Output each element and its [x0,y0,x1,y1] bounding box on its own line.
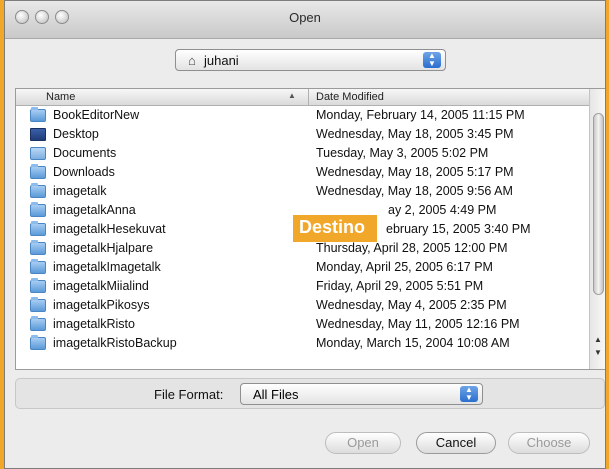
scroll-thumb[interactable] [593,113,604,295]
destino-callout: Destino [293,215,377,242]
file-format-label: File Format: [154,387,224,402]
list-item[interactable]: Downloads Wednesday, May 18, 2005 5:17 PM [16,163,590,182]
file-date: Monday, March 15, 2004 10:08 AM [316,336,510,350]
file-date: Wednesday, May 18, 2005 5:17 PM [316,165,514,179]
column-date-header[interactable]: Date Modified [316,91,384,103]
list-item[interactable]: imagetalkRistoBackup Monday, March 15, 20… [16,334,590,353]
file-name: Desktop [53,127,99,141]
folder-icon [30,259,46,274]
folder-icon [30,107,46,122]
scroll-down-icon[interactable]: ▼ [590,348,605,361]
scroll-up-icon[interactable]: ▲ [590,335,605,348]
file-date: Wednesday, May 11, 2005 12:16 PM [316,317,520,331]
open-button[interactable]: Open [325,432,401,454]
folder-icon [30,335,46,350]
file-name: Documents [53,146,117,160]
home-icon: ⌂ [188,53,196,68]
folder-icon [30,183,46,198]
location-label: juhani [204,53,239,68]
sort-ascending-icon: ▲ [288,91,296,100]
popup-arrows-icon: ▲ ▼ [460,386,478,402]
column-divider [308,89,309,106]
file-date: Wednesday, May 18, 2005 9:56 AM [316,184,513,198]
folder-icon [30,202,46,217]
file-name: imagetalkRisto [53,317,135,331]
file-date: Wednesday, May 18, 2005 3:45 PM [316,127,514,141]
file-date: Tuesday, May 3, 2005 5:02 PM [316,146,489,160]
folder-icon [30,278,46,293]
title-bar: Open [5,1,605,39]
file-date: ebruary 15, 2005 3:40 PM [386,222,531,236]
location-popup[interactable]: ⌂ juhani ▲ ▼ [175,49,446,71]
list-item[interactable]: imagetalk Wednesday, May 18, 2005 9:56 AM [16,182,590,201]
folder-icon [30,316,46,331]
file-name: imagetalkMiialind [53,279,149,293]
list-item[interactable]: BookEditorNew Monday, February 14, 2005 1… [16,106,590,125]
list-item[interactable]: imagetalkRisto Wednesday, May 11, 2005 12… [16,315,590,334]
file-name: imagetalkHesekuvat [53,222,166,236]
desktop-folder-icon [30,128,46,141]
folder-icon [30,221,46,236]
file-date: Friday, April 29, 2005 5:51 PM [316,279,484,293]
list-item[interactable]: imagetalkMiialind Friday, April 29, 2005 … [16,277,590,296]
file-name: Downloads [53,165,115,179]
file-date: Monday, February 14, 2005 11:15 PM [316,108,525,122]
file-date: Thursday, April 28, 2005 12:00 PM [316,241,508,255]
documents-folder-icon [30,147,46,160]
column-header: Name ▲ Date Modified [16,89,605,106]
file-name: imagetalkAnna [53,203,136,217]
file-date: Monday, April 25, 2005 6:17 PM [316,260,493,274]
list-item[interactable]: Desktop Wednesday, May 18, 2005 3:45 PM [16,125,590,144]
column-name-header[interactable]: Name [46,91,75,103]
path-bar: ⌂ juhani ▲ ▼ [5,39,605,89]
folder-icon [30,240,46,255]
file-format-value: All Files [253,387,299,402]
file-name: imagetalkImagetalk [53,260,161,274]
folder-icon [30,297,46,312]
file-format-bar: File Format: All Files ▲ ▼ [15,378,605,409]
window-title: Open [289,10,321,25]
vertical-scrollbar[interactable]: ▲ ▼ [589,89,605,369]
popup-arrows-icon: ▲ ▼ [423,52,441,68]
file-name: imagetalkRistoBackup [53,336,177,350]
file-name: imagetalk [53,184,107,198]
file-date: ay 2, 2005 4:49 PM [388,203,497,217]
choose-button[interactable]: Choose [508,432,590,454]
file-name: imagetalkPikosys [53,298,150,312]
file-name: BookEditorNew [53,108,140,122]
list-item[interactable]: Documents Tuesday, May 3, 2005 5:02 PM [16,144,590,163]
file-format-popup[interactable]: All Files ▲ ▼ [240,383,483,405]
folder-icon [30,164,46,179]
file-name: imagetalkHjalpare [53,241,154,255]
list-item[interactable]: imagetalkImagetalk Monday, April 25, 2005… [16,258,590,277]
file-browser: Name ▲ Date Modified BookEditorNew Monday… [15,88,605,370]
open-dialog: Open ⌂ juhani ▲ ▼ Name ▲ Date Modified Bo… [4,0,606,469]
list-item[interactable]: imagetalkPikosys Wednesday, May 4, 2005 2… [16,296,590,315]
cancel-button[interactable]: Cancel [416,432,496,454]
file-date: Wednesday, May 4, 2005 2:35 PM [316,298,507,312]
